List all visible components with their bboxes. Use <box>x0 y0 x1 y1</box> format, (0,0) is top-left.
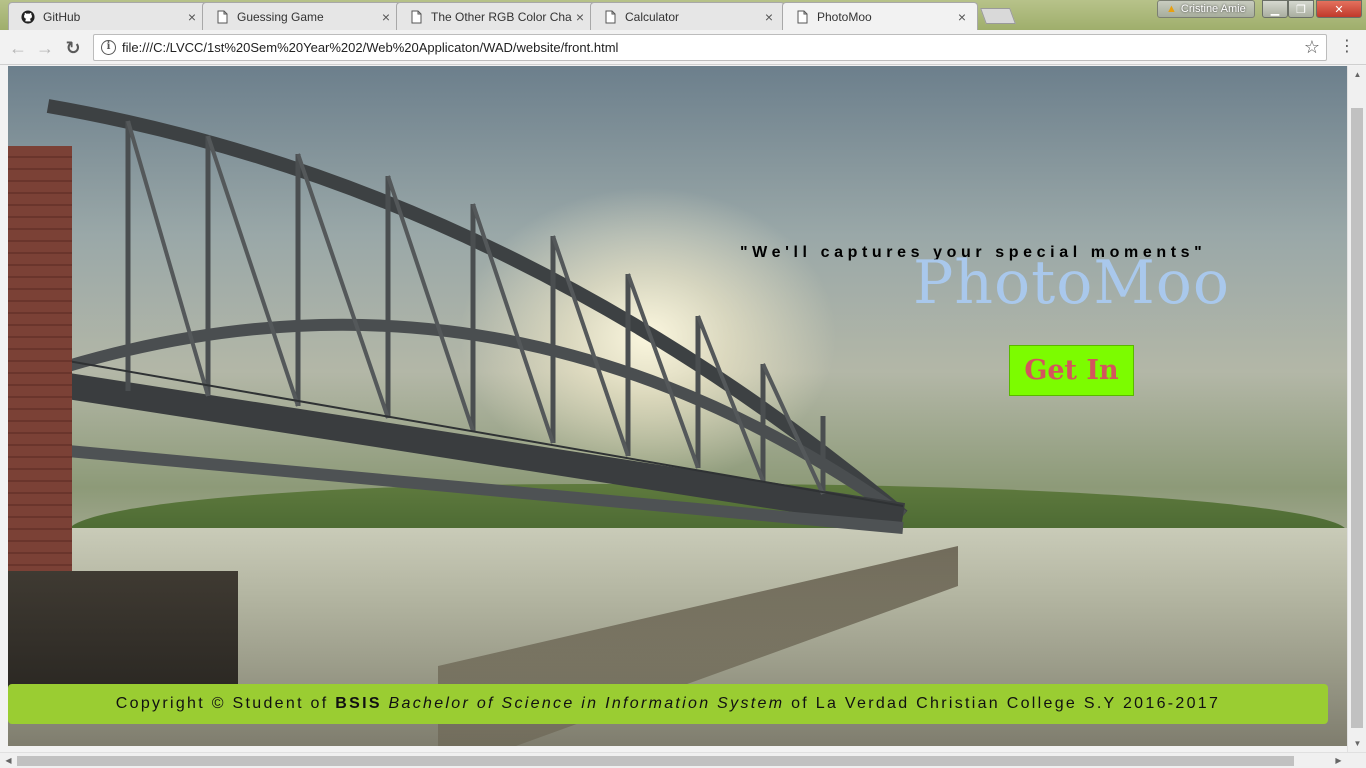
vertical-scroll-thumb[interactable] <box>1351 108 1363 728</box>
footer-suffix: of La Verdad Christian College S.Y 2016-… <box>784 695 1221 712</box>
horizontal-scrollbar[interactable]: ◀ ▶ <box>0 752 1366 768</box>
page-icon <box>797 10 808 23</box>
scroll-down-arrow[interactable]: ▼ <box>1348 735 1366 752</box>
tab-rgb-color-chart[interactable]: The Other RGB Color Cha × <box>396 2 596 30</box>
forward-button[interactable]: → <box>33 36 57 60</box>
page-footer: Copyright © Student of BSIS Bachelor of … <box>8 684 1328 724</box>
brand-title: PhotoMoo <box>913 248 1231 318</box>
tab-title: PhotoMoo <box>817 9 872 24</box>
tab-guessing-game[interactable]: Guessing Game × <box>202 2 402 30</box>
page-icon <box>605 10 616 23</box>
tab-title: Guessing Game <box>237 9 324 24</box>
close-icon[interactable]: × <box>955 10 969 24</box>
tab-title: The Other RGB Color Cha <box>431 9 572 24</box>
close-icon[interactable]: × <box>762 10 776 24</box>
url-text[interactable]: file:///C:/LVCC/1st%20Sem%20Year%202/Web… <box>122 35 618 60</box>
github-icon <box>21 9 35 24</box>
stone-pier <box>8 571 238 691</box>
profile-name: Cristine Amie <box>1180 3 1246 15</box>
close-icon[interactable]: × <box>379 10 393 24</box>
close-icon[interactable]: × <box>573 10 587 24</box>
page-icon <box>217 10 228 23</box>
maximize-button[interactable]: ❐ <box>1288 0 1314 18</box>
close-window-button[interactable]: ✕ <box>1316 0 1362 18</box>
scroll-up-arrow[interactable]: ▲ <box>1348 66 1366 83</box>
tab-strip: GitHub × Guessing Game × The Other RGB C… <box>0 0 1366 30</box>
close-icon[interactable]: × <box>185 10 199 24</box>
vertical-scrollbar[interactable]: ▲ ▼ <box>1347 66 1366 752</box>
horizontal-scroll-thumb[interactable] <box>17 756 1294 766</box>
tab-calculator[interactable]: Calculator × <box>590 2 785 30</box>
scroll-left-arrow[interactable]: ◀ <box>0 753 17 768</box>
page-viewport: "We'll captures your special moments" Ph… <box>8 66 1347 746</box>
tab-title: Calculator <box>625 9 680 24</box>
reload-button[interactable]: ↻ <box>61 36 85 60</box>
info-icon[interactable]: i <box>101 40 116 55</box>
get-in-button[interactable]: Get In <box>1009 345 1134 396</box>
footer-bold: BSIS <box>335 695 382 712</box>
scroll-right-arrow[interactable]: ▶ <box>1330 753 1347 768</box>
page-icon <box>411 10 422 23</box>
tab-photomoo[interactable]: PhotoMoo × <box>782 2 978 30</box>
profile-button[interactable]: ▲ Cristine Amie <box>1157 0 1255 18</box>
footer-prefix: Copyright © Student of <box>115 695 336 712</box>
new-tab-button[interactable] <box>980 8 1016 24</box>
minimize-button[interactable]: ▁ <box>1262 0 1288 18</box>
back-button[interactable]: ← <box>6 36 30 60</box>
browser-toolbar: ← → ↻ i file:///C:/LVCC/1st%20Sem%20Year… <box>0 30 1366 65</box>
menu-icon[interactable]: ⋮ <box>1339 36 1355 58</box>
footer-italic: Bachelor of Science in Information Syste… <box>388 695 785 712</box>
tab-github[interactable]: GitHub × <box>8 2 208 30</box>
tab-title: GitHub <box>43 9 81 24</box>
address-bar[interactable]: i file:///C:/LVCC/1st%20Sem%20Year%202/W… <box>93 34 1327 61</box>
warning-icon: ▲ <box>1166 3 1177 15</box>
star-icon[interactable]: ☆ <box>1304 36 1320 58</box>
